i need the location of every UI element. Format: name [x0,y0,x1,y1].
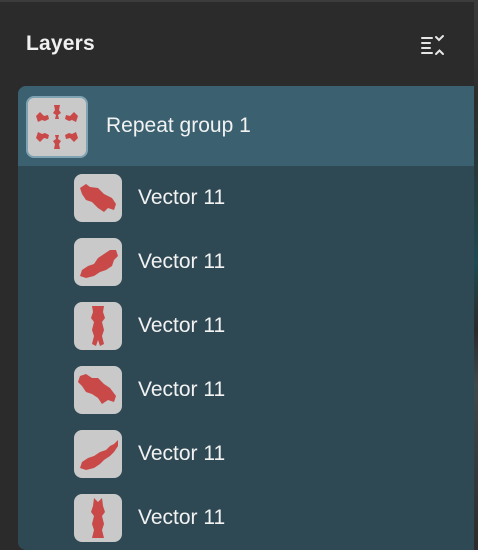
layer-row-vector[interactable]: Vector 11 [18,358,474,422]
layers-panel: Layers Repeat group 1 Vector 11 Vector 1… [0,0,474,550]
layer-row-vector[interactable]: Vector 11 [18,486,474,550]
repeat-group-thumbnail-icon [26,96,88,158]
layer-row-vector[interactable]: Vector 11 [18,230,474,294]
layers-panel-header: Layers [0,2,474,88]
vector-layer-label: Vector 11 [138,314,226,337]
layer-row-vector[interactable]: Vector 11 [18,166,474,230]
vector-shape-thumbnail-icon [74,494,122,542]
canvas-edge-strip [474,0,478,550]
vector-shape-thumbnail-icon [74,238,122,286]
layer-tree: Repeat group 1 Vector 11 Vector 11 Vecto… [18,86,474,550]
vector-layer-label: Vector 11 [138,378,226,401]
vector-layer-label: Vector 11 [138,250,226,273]
layer-row-vector[interactable]: Vector 11 [18,294,474,358]
layer-row-vector[interactable]: Vector 11 [18,422,474,486]
vector-shape-thumbnail-icon [74,174,122,222]
vector-shape-thumbnail-icon [74,430,122,478]
vector-shape-thumbnail-icon [74,302,122,350]
collapse-expand-list-icon[interactable] [418,32,448,60]
vector-layer-label: Vector 11 [138,442,226,465]
vector-layer-label: Vector 11 [138,506,226,529]
repeat-group-label: Repeat group 1 [106,114,251,137]
vector-shape-thumbnail-icon [74,366,122,414]
vector-layer-label: Vector 11 [138,186,226,209]
panel-title: Layers [26,32,95,55]
layer-row-repeat-group[interactable]: Repeat group 1 [18,86,474,166]
